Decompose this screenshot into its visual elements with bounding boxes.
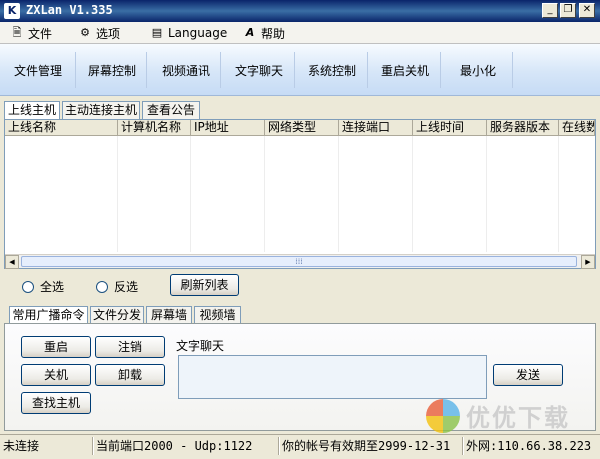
logout-button[interactable]: 注销 xyxy=(95,336,165,358)
scroll-right-icon[interactable]: ▶ xyxy=(581,255,595,269)
column-divider xyxy=(338,136,339,252)
host-table[interactable]: 上线名称 计算机名称 IP地址 网络类型 连接端口 上线时间 服务器版本 在线数… xyxy=(4,119,596,269)
tab-online-hosts[interactable]: 上线主机 xyxy=(4,101,60,120)
column-header[interactable]: 上线时间 xyxy=(413,120,487,136)
system-control-button[interactable]: 系统控制 xyxy=(308,62,356,79)
minimize-tool-button[interactable]: 最小化 xyxy=(460,62,496,79)
port-status: 当前端口2000 - Udp:1122 xyxy=(96,439,253,453)
video-chat-button[interactable]: 视频通讯 xyxy=(162,62,210,79)
tab-screen-wall[interactable]: 屏幕墙 xyxy=(146,306,192,324)
toolbar-divider xyxy=(440,52,441,88)
watermark-logo-icon xyxy=(426,398,460,433)
restore-button[interactable]: ❐ xyxy=(560,3,576,18)
text-chat-label: 文字聊天 xyxy=(176,339,225,353)
tab-active-connect[interactable]: 主动连接主机 xyxy=(62,101,140,119)
gear-icon: ⚙ xyxy=(80,26,90,39)
toolbar-divider xyxy=(294,52,295,88)
column-header[interactable]: 上线名称 xyxy=(5,120,118,136)
document-icon: 🗎 xyxy=(12,26,22,39)
invert-selection-radio[interactable]: 反选 xyxy=(96,278,138,295)
column-header[interactable]: IP地址 xyxy=(191,120,265,136)
language-icon: ▤ xyxy=(151,26,163,39)
column-header[interactable]: 服务器版本 xyxy=(487,120,559,136)
column-divider xyxy=(486,136,487,252)
toolbar: 文件管理 屏幕控制 视频通讯 文字聊天 系统控制 重启关机 最小化 xyxy=(0,44,600,96)
menu-language[interactable]: ▤ Language xyxy=(150,25,227,41)
column-divider xyxy=(117,136,118,252)
watermark: 优优下载 xyxy=(426,398,570,433)
column-divider xyxy=(558,136,559,252)
app-icon: K xyxy=(4,3,20,19)
column-divider xyxy=(190,136,191,252)
minimize-button[interactable]: _ xyxy=(542,3,558,18)
account-expiry: 你的帐号有效期至2999-12-31 xyxy=(282,439,451,453)
toolbar-divider xyxy=(220,52,221,88)
tab-announcement[interactable]: 查看公告 xyxy=(142,101,200,119)
toolbar-divider xyxy=(146,52,147,88)
chat-message-input[interactable] xyxy=(178,355,487,399)
uninstall-button[interactable]: 卸载 xyxy=(95,364,165,386)
toolbar-divider xyxy=(512,52,513,88)
send-button[interactable]: 发送 xyxy=(493,364,563,386)
menu-bar: 🗎 文件 ⚙ 选项 ▤ Language A 帮助 xyxy=(0,22,600,44)
radio-icon xyxy=(96,280,108,293)
restart-shutdown-button[interactable]: 重启关机 xyxy=(381,62,429,79)
refresh-list-button[interactable]: 刷新列表 xyxy=(170,274,239,296)
menu-options[interactable]: ⚙ 选项 xyxy=(78,25,120,41)
external-ip: 外网:110.66.38.223 xyxy=(466,439,592,453)
watermark-text: 优优下载 xyxy=(466,404,570,432)
close-button[interactable]: ✕ xyxy=(579,3,595,18)
shutdown-button[interactable]: 关机 xyxy=(21,364,91,386)
tab-video-wall[interactable]: 视频墙 xyxy=(194,306,241,324)
menu-file[interactable]: 🗎 文件 xyxy=(10,25,52,41)
find-host-button[interactable]: 查找主机 xyxy=(21,392,91,414)
status-bar: 未连接 当前端口2000 - Udp:1122 你的帐号有效期至2999-12-… xyxy=(0,434,600,459)
restart-button[interactable]: 重启 xyxy=(21,336,91,358)
scroll-thumb[interactable]: ⁞⁞⁞ xyxy=(21,256,577,267)
select-all-radio[interactable]: 全选 xyxy=(22,278,64,295)
status-divider xyxy=(92,437,94,455)
tab-file-distribution[interactable]: 文件分发 xyxy=(90,306,144,324)
toolbar-divider xyxy=(75,52,76,88)
column-header[interactable]: 在线数 xyxy=(559,120,595,136)
radio-icon xyxy=(22,280,34,293)
horizontal-scrollbar[interactable]: ◀ ⁞⁞⁞ ▶ xyxy=(5,254,595,269)
connection-status: 未连接 xyxy=(3,439,40,453)
column-header[interactable]: 连接端口 xyxy=(339,120,413,136)
help-icon: A xyxy=(245,26,255,39)
window-title: ZXLan V1.335 xyxy=(26,3,113,17)
table-header: 上线名称 计算机名称 IP地址 网络类型 连接端口 上线时间 服务器版本 在线数 xyxy=(5,120,595,136)
toolbar-divider xyxy=(367,52,368,88)
scroll-left-icon[interactable]: ◀ xyxy=(5,255,19,269)
screen-control-button[interactable]: 屏幕控制 xyxy=(88,62,136,79)
status-divider xyxy=(278,437,280,455)
column-header[interactable]: 计算机名称 xyxy=(118,120,191,136)
status-divider xyxy=(462,437,464,455)
command-tabs: 常用广播命令 文件分发 屏幕墙 视频墙 xyxy=(9,306,249,325)
menu-help[interactable]: A 帮助 xyxy=(243,25,285,41)
column-divider xyxy=(412,136,413,252)
host-tabs: 上线主机 主动连接主机 查看公告 xyxy=(4,101,304,120)
text-chat-button[interactable]: 文字聊天 xyxy=(235,62,283,79)
file-manager-button[interactable]: 文件管理 xyxy=(14,62,62,79)
column-divider xyxy=(264,136,265,252)
column-header[interactable]: 网络类型 xyxy=(265,120,339,136)
title-bar: K ZXLan V1.335 _ ❐ ✕ xyxy=(0,0,600,22)
